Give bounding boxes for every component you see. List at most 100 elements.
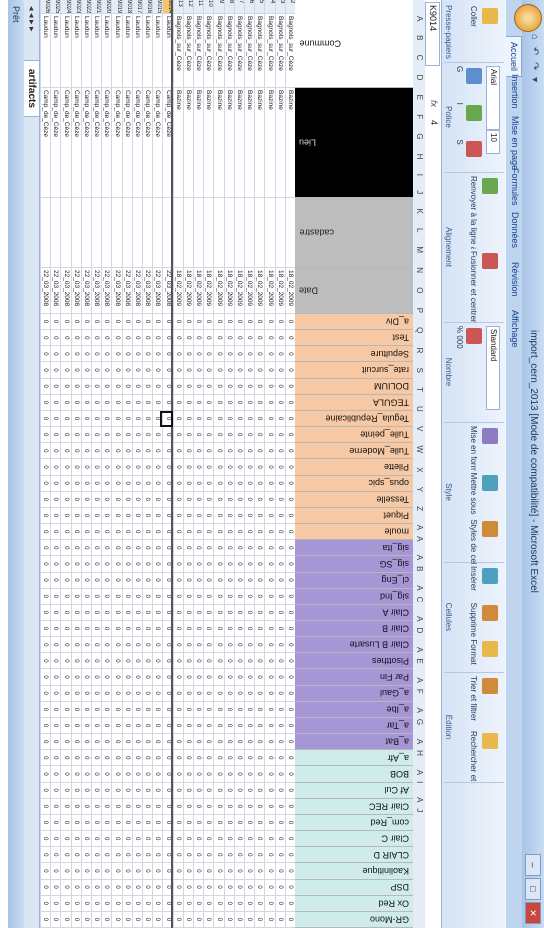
- value-cell[interactable]: 0: [284, 378, 295, 395]
- value-cell[interactable]: 0: [101, 734, 112, 751]
- value-cell[interactable]: 0: [284, 621, 295, 638]
- value-cell[interactable]: 0: [254, 604, 265, 621]
- value-cell[interactable]: 0: [284, 459, 295, 476]
- value-cell[interactable]: 0: [111, 847, 122, 864]
- value-cell[interactable]: 0: [193, 378, 204, 395]
- value-cell[interactable]: 0: [40, 895, 51, 912]
- value-cell[interactable]: 0: [50, 717, 61, 735]
- value-cell[interactable]: 0: [274, 621, 285, 638]
- value-cell[interactable]: 0: [172, 524, 183, 541]
- value-cell[interactable]: 0: [121, 346, 132, 363]
- value-cell[interactable]: 0: [193, 572, 204, 589]
- value-cell[interactable]: 0: [193, 443, 204, 460]
- value-cell[interactable]: 0: [223, 604, 234, 621]
- value-cell[interactable]: 0: [101, 782, 112, 799]
- value-cell[interactable]: 0: [80, 524, 91, 541]
- value-cell[interactable]: 0: [121, 782, 132, 799]
- value-cell[interactable]: 0: [223, 621, 234, 638]
- value-cell[interactable]: 0: [70, 572, 81, 589]
- value-cell[interactable]: 0: [264, 782, 275, 799]
- value-cell[interactable]: 0: [193, 814, 204, 832]
- lieu-cell[interactable]: Camp_de_Cèze: [70, 88, 81, 198]
- cadastre-cell[interactable]: [101, 198, 112, 268]
- value-cell[interactable]: 0: [142, 540, 153, 557]
- value-cell[interactable]: 0: [193, 669, 204, 686]
- value-cell[interactable]: 0: [101, 362, 112, 379]
- value-cell[interactable]: 0: [80, 734, 91, 751]
- value-cell[interactable]: 0: [254, 330, 265, 347]
- value-cell[interactable]: 0: [264, 588, 275, 605]
- lieu-cell[interactable]: Camp_de_Cèze: [60, 88, 71, 198]
- value-cell[interactable]: 0: [80, 572, 91, 589]
- cadastre-cell[interactable]: [121, 198, 132, 268]
- value-cell[interactable]: 0: [101, 653, 112, 670]
- value-cell[interactable]: 0: [50, 443, 61, 460]
- value-cell[interactable]: 0: [111, 621, 122, 638]
- value-cell[interactable]: 0: [172, 410, 183, 428]
- value-cell[interactable]: 0: [152, 524, 163, 541]
- value-cell[interactable]: 0: [60, 588, 71, 605]
- value-cell[interactable]: 0: [91, 734, 102, 751]
- value-cell[interactable]: 0: [284, 427, 295, 444]
- value-cell[interactable]: 0: [233, 701, 244, 718]
- value-cell[interactable]: 0: [80, 491, 91, 508]
- value-cell[interactable]: 0: [264, 410, 275, 428]
- value-cell[interactable]: 0: [50, 895, 61, 912]
- value-cell[interactable]: 0: [91, 669, 102, 686]
- value-cell[interactable]: 0: [121, 378, 132, 395]
- value-cell[interactable]: 0: [142, 895, 153, 912]
- value-cell[interactable]: 0: [274, 572, 285, 589]
- value-cell[interactable]: 0: [172, 863, 183, 880]
- value-cell[interactable]: 0: [152, 782, 163, 799]
- value-cell[interactable]: 0: [70, 911, 81, 928]
- value-cell[interactable]: 0: [80, 378, 91, 395]
- value-cell[interactable]: 0: [70, 604, 81, 621]
- field-header[interactable]: Clair REC: [295, 798, 413, 815]
- value-cell[interactable]: 0: [182, 798, 193, 815]
- value-cell[interactable]: 0: [131, 588, 142, 605]
- value-cell[interactable]: 0: [254, 507, 265, 525]
- value-cell[interactable]: 0: [152, 540, 163, 557]
- cadastre-cell[interactable]: [142, 198, 153, 268]
- value-cell[interactable]: 0: [284, 443, 295, 460]
- value-cell[interactable]: 0: [182, 330, 193, 347]
- minimize-button[interactable]: –: [525, 854, 541, 876]
- value-cell[interactable]: 0: [274, 507, 285, 525]
- value-cell[interactable]: 0: [131, 459, 142, 476]
- value-cell[interactable]: 0: [244, 895, 255, 912]
- field-header[interactable]: sig_Ita: [295, 540, 413, 557]
- value-cell[interactable]: 0: [284, 895, 295, 912]
- value-cell[interactable]: 0: [50, 669, 61, 686]
- value-cell[interactable]: 0: [70, 863, 81, 880]
- value-cell[interactable]: 0: [60, 475, 71, 492]
- commune-cell[interactable]: Laudun: [70, 14, 81, 88]
- value-cell[interactable]: 0: [60, 394, 71, 411]
- value-cell[interactable]: 0: [70, 637, 81, 654]
- font-name-combo[interactable]: Arial: [486, 66, 500, 130]
- value-cell[interactable]: 0: [264, 621, 275, 638]
- value-cell[interactable]: 0: [121, 814, 132, 832]
- value-cell[interactable]: 0: [203, 507, 214, 525]
- value-cell[interactable]: 0: [80, 588, 91, 605]
- value-cell[interactable]: 0: [70, 847, 81, 864]
- ribbon-button[interactable]: Rechercher et sélectionner: [469, 731, 478, 784]
- value-cell[interactable]: 0: [223, 831, 234, 848]
- value-cell[interactable]: 0: [101, 507, 112, 525]
- commune-cell[interactable]: Bagnols_sur_Cèze: [223, 14, 234, 88]
- value-cell[interactable]: 0: [182, 863, 193, 880]
- value-cell[interactable]: 0: [50, 362, 61, 379]
- ribbon-button[interactable]: Insérer: [469, 566, 478, 591]
- value-cell[interactable]: 0: [70, 766, 81, 783]
- value-cell[interactable]: 0: [182, 314, 193, 331]
- value-cell[interactable]: 0: [80, 895, 91, 912]
- cadastre-cell[interactable]: [203, 198, 214, 268]
- value-cell[interactable]: 0: [203, 621, 214, 638]
- value-cell[interactable]: 0: [101, 701, 112, 718]
- value-cell[interactable]: 0: [111, 459, 122, 476]
- value-cell[interactable]: 0: [233, 669, 244, 686]
- value-cell[interactable]: 0: [213, 798, 224, 815]
- value-cell[interactable]: 0: [131, 621, 142, 638]
- value-cell[interactable]: 0: [142, 911, 153, 928]
- value-cell[interactable]: 0: [40, 378, 51, 395]
- lieu-cell[interactable]: Bazine: [193, 88, 204, 198]
